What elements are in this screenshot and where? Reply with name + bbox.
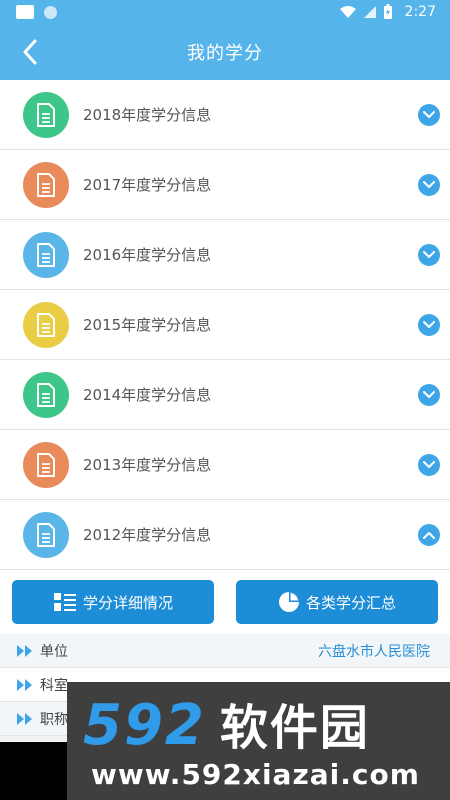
year-label: 2015年度学分信息	[83, 316, 212, 334]
pie-chart-icon	[278, 592, 299, 612]
year-label: 2014年度学分信息	[83, 386, 212, 404]
year-row[interactable]: 2015年度学分信息	[0, 290, 450, 360]
year-row[interactable]: 2014年度学分信息	[0, 360, 450, 430]
document-icon	[23, 301, 69, 348]
year-label: 2018年度学分信息	[83, 106, 212, 124]
year-row[interactable]: 2016年度学分信息	[0, 220, 450, 290]
battery-icon	[383, 4, 392, 19]
credit-detail-label: 学分详细情况	[82, 593, 173, 612]
document-icon	[23, 371, 69, 418]
year-row[interactable]: 2013年度学分信息	[0, 430, 450, 500]
status-time: 2:27	[404, 4, 436, 20]
double-arrow-icon	[16, 712, 34, 726]
year-row[interactable]: 2012年度学分信息	[0, 500, 450, 570]
year-list: 2018年度学分信息 2017年度学分信息 2016年度学分信息 2015年度学分信息…	[0, 80, 450, 570]
notification-icon	[16, 5, 34, 19]
double-arrow-icon	[16, 644, 34, 658]
info-value: 六盘水市人民医院	[318, 643, 430, 660]
back-arrow-icon	[23, 39, 37, 65]
document-icon	[23, 511, 69, 558]
chevron-down-icon[interactable]	[418, 453, 440, 476]
year-row[interactable]: 2017年度学分信息	[0, 150, 450, 220]
watermark-number: 592	[83, 693, 206, 758]
black-overlay	[0, 742, 67, 800]
action-button-bar: 学分详细情况 各类学分汇总	[0, 570, 450, 634]
watermark-url: www.592xiazai.com	[91, 758, 420, 791]
signal-icon	[363, 6, 376, 18]
chevron-down-icon[interactable]	[418, 313, 440, 336]
year-label: 2017年度学分信息	[83, 176, 212, 194]
double-arrow-icon	[16, 678, 34, 692]
chevron-down-icon[interactable]	[418, 173, 440, 196]
page-title: 我的学分	[187, 43, 263, 64]
chevron-down-icon[interactable]	[418, 243, 440, 266]
app-notification-icon	[44, 5, 57, 19]
info-key: 科室	[40, 677, 68, 694]
back-button[interactable]	[10, 32, 50, 72]
credit-detail-button[interactable]: 学分详细情况	[12, 580, 214, 624]
info-key: 单位	[40, 643, 68, 660]
year-label: 2016年度学分信息	[83, 246, 212, 264]
list-icon	[53, 593, 76, 611]
year-label: 2012年度学分信息	[83, 526, 212, 544]
title-bar: 我的学分	[0, 24, 450, 80]
year-row[interactable]: 2018年度学分信息	[0, 80, 450, 150]
document-icon	[23, 91, 69, 138]
info-row-unit: 单位 六盘水市人民医院	[0, 634, 450, 668]
document-icon	[23, 231, 69, 278]
status-bar: 2:27	[0, 0, 450, 24]
info-key: 职称	[40, 711, 68, 728]
chevron-up-icon[interactable]	[418, 523, 440, 546]
document-icon	[23, 161, 69, 208]
credit-summary-label: 各类学分汇总	[305, 593, 396, 612]
document-icon	[23, 441, 69, 488]
watermark: 592 软件园 www.592xiazai.com	[67, 682, 450, 800]
watermark-brand: 软件园	[219, 700, 370, 756]
credit-summary-button[interactable]: 各类学分汇总	[236, 580, 438, 624]
chevron-down-icon[interactable]	[418, 103, 440, 126]
wifi-icon	[339, 6, 356, 18]
year-label: 2013年度学分信息	[83, 456, 212, 474]
chevron-down-icon[interactable]	[418, 383, 440, 406]
